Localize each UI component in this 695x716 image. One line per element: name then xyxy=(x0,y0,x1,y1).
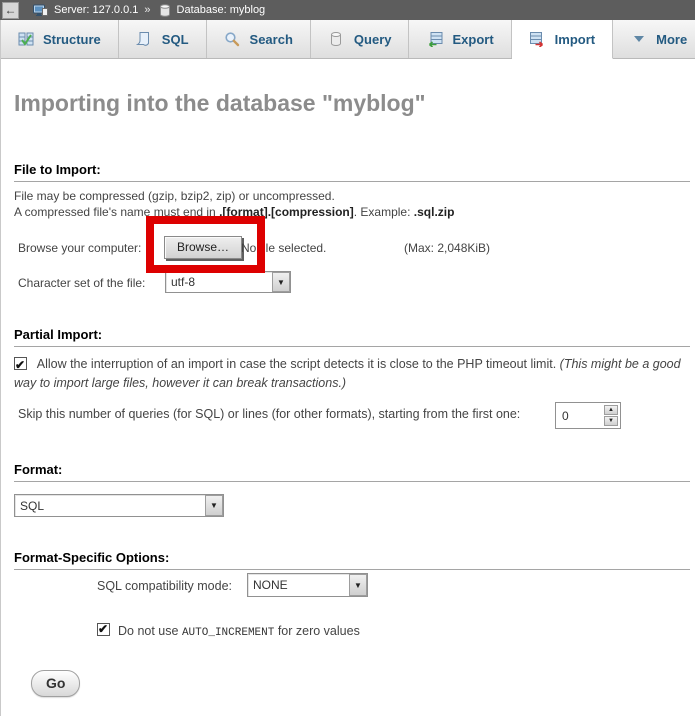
breadcrumb-database[interactable]: Database: myblog xyxy=(177,4,266,16)
page-title: Importing into the database "myblog" xyxy=(14,90,426,117)
auto-increment-code: AUTO_INCREMENT xyxy=(182,627,274,639)
import-content: Importing into the database "myblog" Fil… xyxy=(0,59,695,716)
spinner-up-icon[interactable]: ▲ xyxy=(604,405,618,415)
tab-label: SQL xyxy=(162,32,189,47)
section-heading-partial-import: Partial Import: xyxy=(14,327,690,347)
charset-select[interactable]: utf-8 ▼ xyxy=(165,271,291,293)
skip-spinner: ▲ ▼ xyxy=(602,403,620,428)
import-icon xyxy=(529,31,546,48)
auto-increment-label: Do not use AUTO_INCREMENT for zero value… xyxy=(118,624,360,639)
go-button[interactable]: Go xyxy=(31,670,80,697)
charset-select-value: utf-8 xyxy=(171,275,195,289)
tab-sql[interactable]: SQL xyxy=(119,20,207,58)
section-heading-file-to-import: File to Import: xyxy=(14,162,690,182)
tab-bar: Structure SQL Search Query Export xyxy=(0,20,695,59)
tab-label: Import xyxy=(555,32,595,47)
breadcrumb-bar: ← Server: 127.0.0.1 » Database: myblog xyxy=(0,0,695,20)
auto-increment-checkbox[interactable] xyxy=(97,623,110,636)
compression-note: File may be compressed (gzip, bzip2, zip… xyxy=(14,189,335,203)
naming-note: A compressed file's name must end in .[f… xyxy=(14,205,454,219)
section-heading-format-specific-options: Format-Specific Options: xyxy=(14,550,690,570)
page-left-border xyxy=(0,20,1,716)
interrupt-row: Allow the interruption of an import in c… xyxy=(14,355,686,393)
tab-label: Export xyxy=(452,32,493,47)
server-icon xyxy=(33,4,48,17)
export-icon xyxy=(426,31,443,48)
spinner-down-icon[interactable]: ▼ xyxy=(604,416,618,426)
tab-import[interactable]: Import xyxy=(512,20,613,59)
tab-label: More xyxy=(656,32,687,47)
back-button[interactable]: ← xyxy=(2,2,19,19)
chevron-down-icon xyxy=(630,31,647,48)
tab-more[interactable]: More xyxy=(613,20,695,58)
browse-button[interactable]: Browse… xyxy=(164,236,242,259)
skip-queries-input[interactable]: 0 ▲ ▼ xyxy=(555,402,621,429)
tab-structure[interactable]: Structure xyxy=(0,20,119,58)
database-icon xyxy=(159,4,171,17)
max-size-text: (Max: 2,048KiB) xyxy=(404,241,490,255)
tab-label: Query xyxy=(354,32,392,47)
naming-format-bold: .[format].[compression] xyxy=(219,205,354,219)
no-file-selected-text: No file selected. xyxy=(241,241,326,255)
browse-label: Browse your computer: xyxy=(18,241,141,255)
format-select-arrow-icon[interactable]: ▼ xyxy=(205,495,223,516)
format-select[interactable]: SQL ▼ xyxy=(14,494,224,517)
section-heading-format: Format: xyxy=(14,462,690,482)
tab-label: Structure xyxy=(43,32,101,47)
sql-compatibility-select[interactable]: NONE ▼ xyxy=(247,573,368,597)
interrupt-checkbox[interactable] xyxy=(14,357,27,370)
naming-example-bold: .sql.zip xyxy=(414,205,455,219)
tab-query[interactable]: Query xyxy=(311,20,410,58)
phpmyadmin-import-page: ← Server: 127.0.0.1 » Database: myblog S… xyxy=(0,0,695,716)
tab-label: Search xyxy=(250,32,293,47)
sql-compatibility-value: NONE xyxy=(253,578,288,592)
charset-label: Character set of the file: xyxy=(18,276,145,290)
charset-select-arrow-icon[interactable]: ▼ xyxy=(272,272,290,292)
interrupt-text: Allow the interruption of an import in c… xyxy=(37,357,556,371)
tab-export[interactable]: Export xyxy=(409,20,511,58)
sql-icon xyxy=(136,31,153,48)
skip-queries-label: Skip this number of queries (for SQL) or… xyxy=(18,407,520,421)
structure-icon xyxy=(17,31,34,48)
sql-compatibility-label: SQL compatibility mode: xyxy=(97,579,232,593)
format-select-value: SQL xyxy=(20,499,44,513)
skip-queries-value: 0 xyxy=(562,409,569,423)
breadcrumb-server[interactable]: Server: 127.0.0.1 xyxy=(54,4,138,16)
breadcrumb-separator: » xyxy=(144,4,150,16)
sql-compatibility-arrow-icon[interactable]: ▼ xyxy=(349,574,367,596)
search-icon xyxy=(224,31,241,48)
query-icon xyxy=(328,31,345,48)
tab-search[interactable]: Search xyxy=(207,20,311,58)
